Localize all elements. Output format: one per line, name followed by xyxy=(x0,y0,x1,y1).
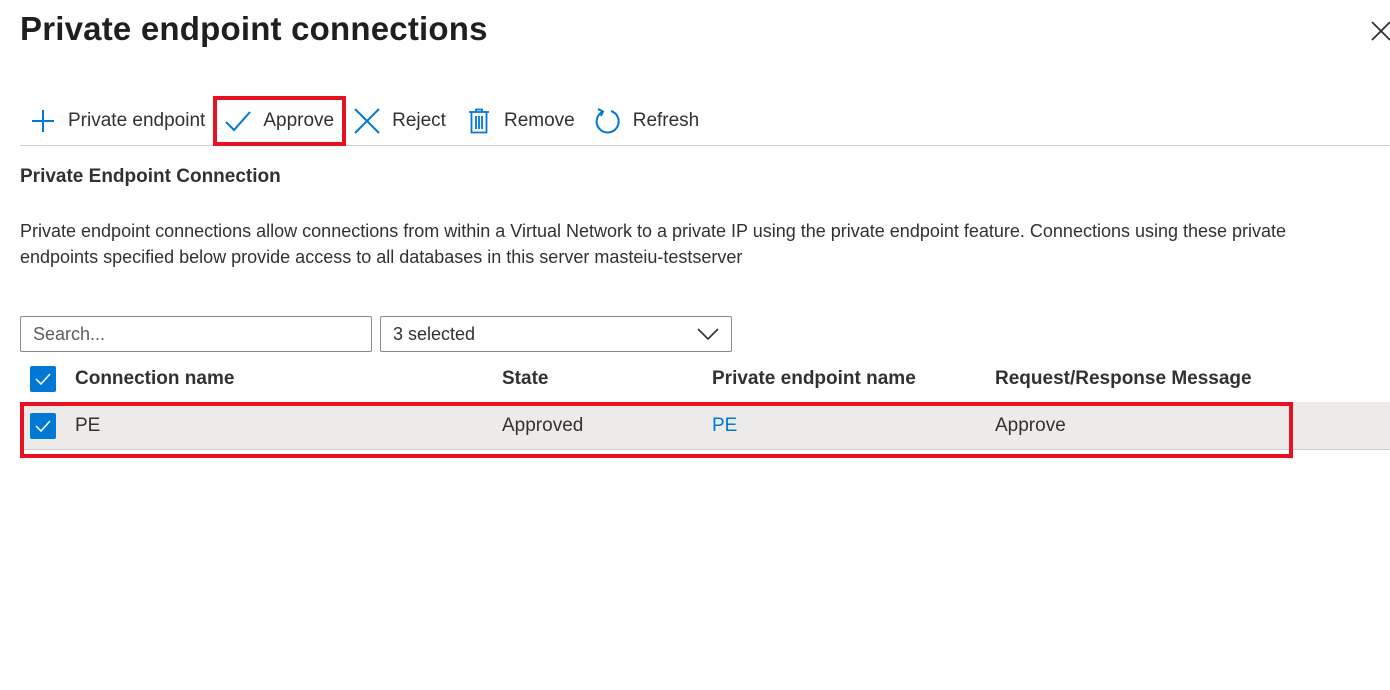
command-bar: Private endpoint Approve Reject Remove R… xyxy=(20,95,1390,146)
x-icon xyxy=(354,107,380,134)
refresh-icon xyxy=(595,107,621,134)
approve-button[interactable]: Approve xyxy=(213,95,347,146)
search-input[interactable] xyxy=(20,316,372,352)
select-all-checkbox[interactable] xyxy=(30,366,56,392)
description-line-2: endpoints specified below provide access… xyxy=(20,247,743,267)
row-checkbox[interactable] xyxy=(30,412,56,439)
refresh-button[interactable]: Refresh xyxy=(585,98,710,144)
checkmark-icon xyxy=(225,108,252,134)
table-header-row: Connection name State Private endpoint n… xyxy=(20,356,1390,402)
state-cell: Approved xyxy=(502,414,584,436)
message-cell: Approve xyxy=(995,414,1066,436)
add-private-endpoint-button[interactable]: Private endpoint xyxy=(20,98,215,144)
close-button[interactable] xyxy=(1368,18,1390,44)
column-header-state[interactable]: State xyxy=(502,368,548,390)
trash-icon xyxy=(466,108,492,134)
connection-name-cell: PE xyxy=(75,414,101,436)
chevron-down-icon xyxy=(697,328,719,341)
column-header-message[interactable]: Request/Response Message xyxy=(995,368,1252,390)
reject-label: Reject xyxy=(392,109,446,131)
checkmark-icon xyxy=(35,419,51,432)
remove-button[interactable]: Remove xyxy=(456,98,585,144)
column-header-private-endpoint-name[interactable]: Private endpoint name xyxy=(712,368,916,390)
refresh-label: Refresh xyxy=(632,109,700,131)
state-filter-value: 3 selected xyxy=(393,323,476,344)
approve-label: Approve xyxy=(263,109,335,131)
remove-label: Remove xyxy=(503,109,575,131)
connections-table: Connection name State Private endpoint n… xyxy=(20,356,1390,458)
private-endpoint-link[interactable]: PE xyxy=(712,415,737,437)
plus-icon xyxy=(30,108,56,134)
section-title: Private Endpoint Connection xyxy=(20,166,281,187)
page-title: Private endpoint connections xyxy=(20,10,488,47)
table-row[interactable]: PE Approved PE Approve xyxy=(20,402,1390,458)
checkmark-icon xyxy=(35,373,51,386)
close-icon xyxy=(1371,21,1390,41)
description-line-1: Private endpoint connections allow conne… xyxy=(20,221,1287,241)
state-filter-dropdown[interactable]: 3 selected xyxy=(380,316,732,352)
section-description: Private endpoint connections allow conne… xyxy=(20,218,1390,270)
reject-button[interactable]: Reject xyxy=(344,98,456,144)
column-header-connection-name[interactable]: Connection name xyxy=(75,368,234,390)
add-private-endpoint-label: Private endpoint xyxy=(68,109,206,131)
